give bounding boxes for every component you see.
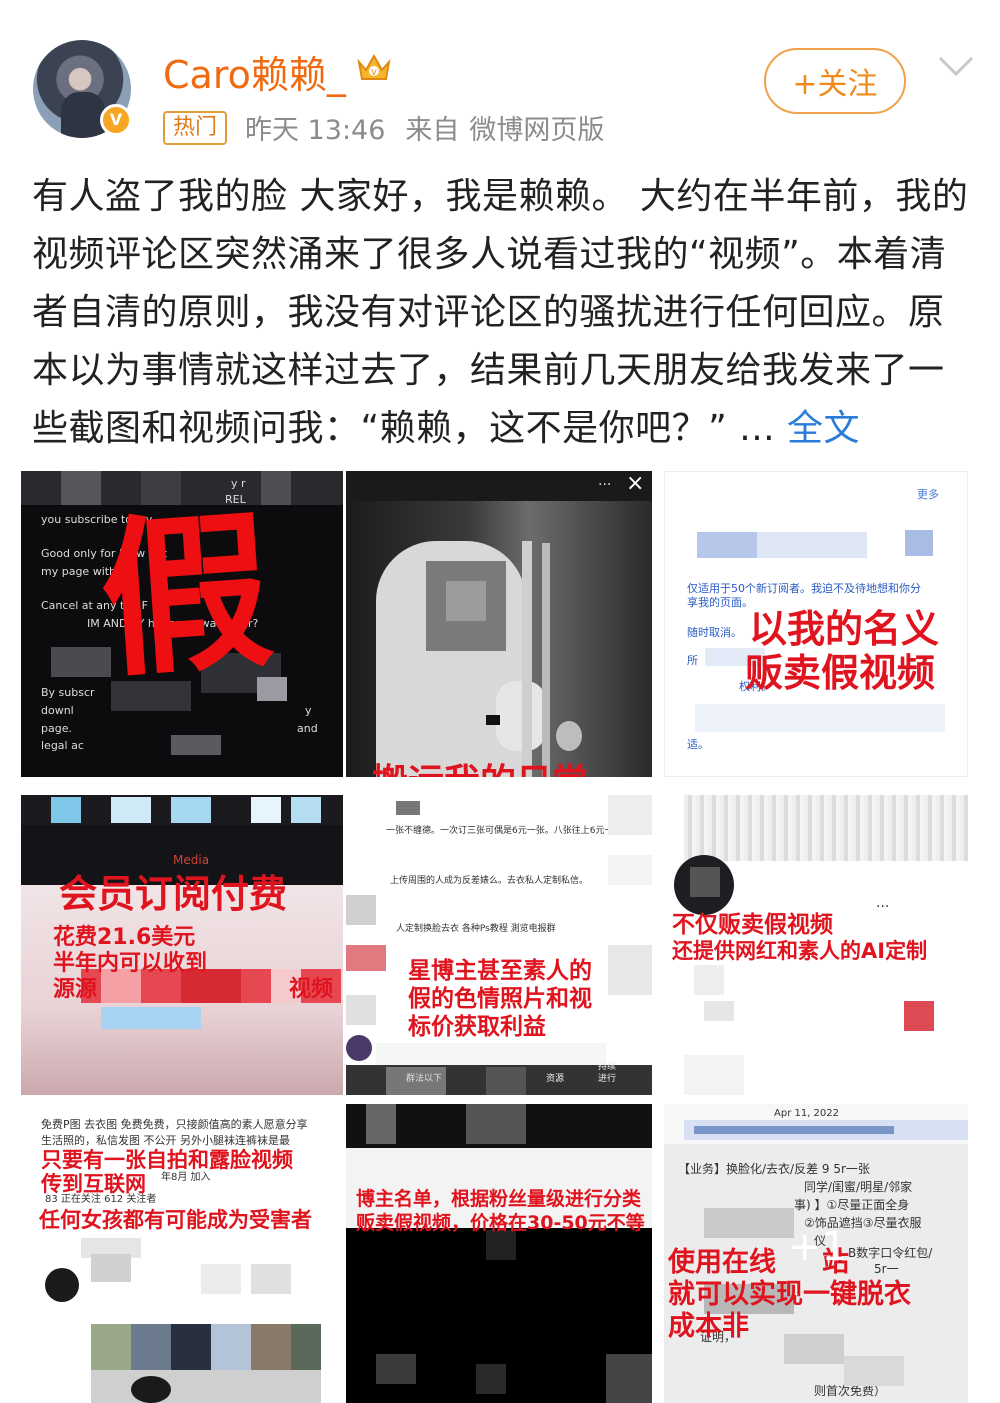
post-image-3[interactable]: 更多 仅适用于50个新订阅者。我迫不及待地想和你分 享我的页面。 随时取消。 所… <box>664 471 968 777</box>
post-image-4[interactable]: Media 会员订阅付费 花费21.6美元 半年内可以收到 源源 视频 <box>21 795 343 1095</box>
img7-joined: 年8月 加入 <box>161 1172 211 1183</box>
img1-text-8: page. <box>41 722 72 735</box>
hot-tag: 热门 <box>163 110 228 145</box>
img1-text-12: y r <box>231 477 246 490</box>
img9-l2: 同学/闺蜜/明星/邻家 <box>804 1180 913 1194</box>
chevron-down-icon[interactable] <box>936 52 976 80</box>
img2-close: × <box>626 471 645 496</box>
username[interactable]: Caro赖赖_ <box>163 44 346 99</box>
img1-text-11: and <box>297 722 318 735</box>
img9-plus-one: +1 <box>788 1224 847 1270</box>
img6-dots: ··· <box>876 899 890 915</box>
img1-text-10: y <box>305 704 312 717</box>
img9-l6: B数字口令红包/ <box>848 1246 933 1260</box>
post-image-9[interactable]: Apr 11, 2022 【业务】换脸化/去衣/反差 9 5r一张 同学/闺蜜/… <box>664 1104 968 1403</box>
img1-text-6: By subscr <box>41 686 95 699</box>
svg-text:V: V <box>371 68 377 77</box>
post-text: 有人盗了我的脸 大家好，我是赖赖。 大约在半年前，我的视频评论区突然涌来了很多人… <box>32 168 972 458</box>
img3-line-6: 适。 <box>687 738 709 751</box>
source-prefix: 来自 <box>405 115 460 146</box>
post-meta: 热门 昨天 13:46 来自 微博网页版 <box>163 108 604 147</box>
img7-line-1: 免费P图 去衣图 免费免费，只接颜值高的素人愿意分享 <box>41 1118 308 1131</box>
img2-menu: ··· <box>598 477 612 493</box>
img5-line-1: 一张不缠德。一次订三张可偶是6元一张。八张往上6元一 <box>386 826 614 836</box>
img1-text-7: downl <box>41 704 74 717</box>
post-time: 昨天 13:46 <box>245 115 386 146</box>
img4-overlay-title: 会员订阅付费 <box>59 872 288 916</box>
img7-stat: 83 正在关注 612 关注者 <box>45 1194 157 1205</box>
img5-overlay-l3: 标价获取利益 <box>408 1014 546 1040</box>
img5-line-2: 上传周围的人成为反差婊么。去衣私人定制私信。 <box>390 876 589 886</box>
verified-badge: V <box>100 104 132 136</box>
img3-line-4: 所 <box>687 654 698 667</box>
post-image-8[interactable]: 博主名单，根据粉丝量级进行分类 贩卖假视频，价格在30-50元不等 <box>346 1104 652 1403</box>
post-image-2[interactable]: ··· × 搬运我的日常 <box>346 471 652 777</box>
post-image-1[interactable]: y r REL you subscribe today Good only fo… <box>21 471 343 777</box>
img4-overlay-l3b: 视频 <box>289 977 334 1002</box>
img4-overlay-l3: 源源 <box>53 977 98 1002</box>
img2-overlay-text: 搬运我的日常 <box>372 753 588 777</box>
crown-icon: V <box>357 53 391 80</box>
img1-overlay-fake: 假 <box>94 492 278 702</box>
post-source[interactable]: 微博网页版 <box>469 108 604 147</box>
img3-line-2: 享我的页面。 <box>687 596 753 609</box>
img8-overlay-l1: 博主名单，根据粉丝量级进行分类 <box>356 1188 642 1210</box>
img3-line-3: 随时取消。 <box>687 626 742 639</box>
img6-overlay-l2: 还提供网红和素人的AI定制 <box>672 939 928 963</box>
img3-more: 更多 <box>917 488 939 501</box>
follow-button[interactable]: +关注 <box>764 48 906 114</box>
img9-biz-line: 【业务】换脸化/去衣/反差 9 5r一张 <box>678 1162 870 1176</box>
img5-line-3: 人定制换脸去衣 各种Ps教程 測览电报群 <box>396 924 556 934</box>
post-image-7[interactable]: 免费P图 去衣图 免费免费，只接颜值高的素人愿意分享 生活照的，私信发图 不公开… <box>21 1104 343 1403</box>
img9-date: Apr 11, 2022 <box>774 1108 840 1119</box>
expand-full-text-link[interactable]: 全文 <box>787 408 860 449</box>
img1-text-9: legal ac <box>41 739 84 752</box>
post-image-5[interactable]: 一张不缠德。一次订三张可偶是6元一张。八张往上6元一 上传周围的人成为反差婊么。… <box>346 795 652 1095</box>
img9-l3: 事) 】①尽量正面全身 <box>794 1198 910 1212</box>
img7-overlay-l3: 任何女孩都有可能成为受害者 <box>39 1208 312 1232</box>
img8-overlay-l2: 贩卖假视频，价格在30-50元不等 <box>356 1212 645 1234</box>
img5-line-6: 进行 <box>598 1074 617 1084</box>
img9-overlay-l3: 成本非 <box>668 1311 749 1342</box>
post-image-6[interactable]: ··· 不仅贩卖假视频 还提供网红和素人的AI定制 <box>664 795 968 1095</box>
img5-line-5: 群法以下 <box>406 1074 443 1084</box>
img5-line-7: 资源 <box>546 1074 565 1084</box>
img6-overlay-l1: 不仅贩卖假视频 <box>672 912 833 938</box>
img3-overlay-l2: 贩卖假视频 <box>745 651 936 695</box>
